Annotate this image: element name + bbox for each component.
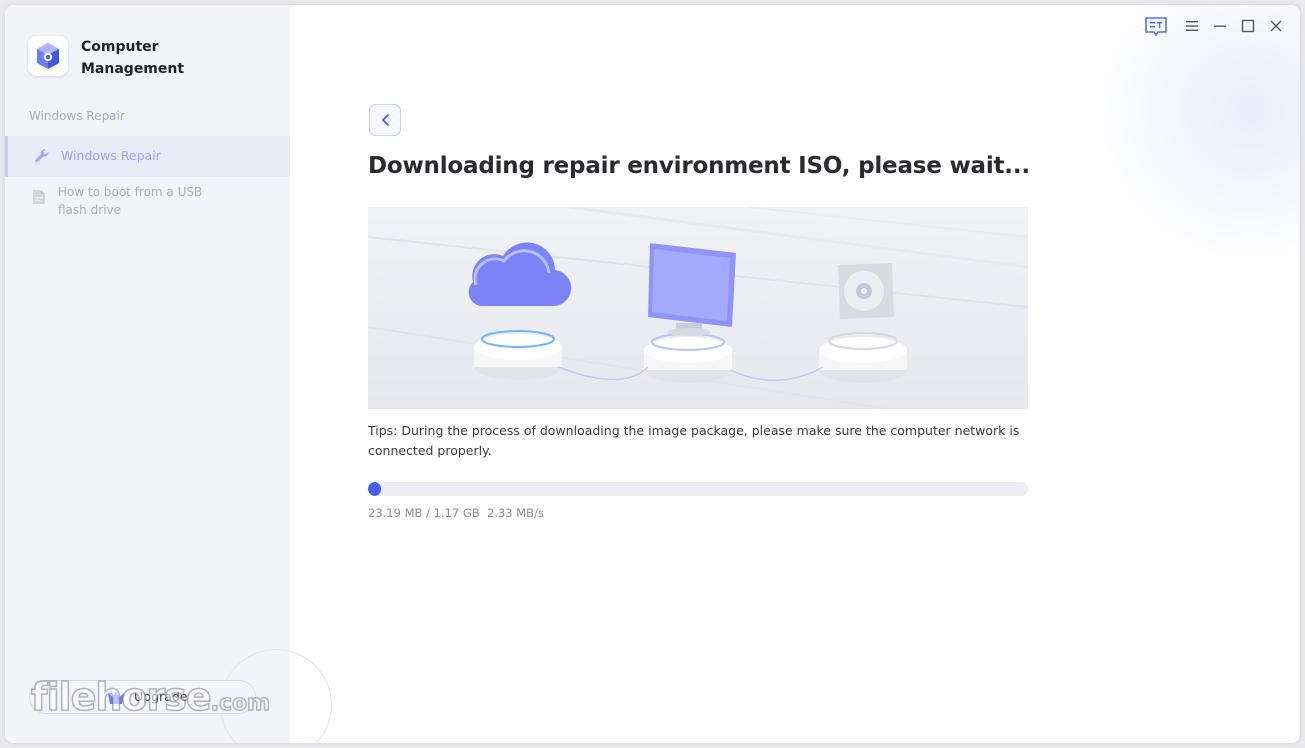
- maximize-icon[interactable]: [1241, 18, 1255, 37]
- app-window: Computer Management Windows Repair Windo…: [5, 5, 1300, 743]
- back-button[interactable]: [369, 104, 401, 136]
- menu-icon[interactable]: [1185, 18, 1199, 37]
- monitor-pedestal: [644, 243, 736, 383]
- app-title: Computer Management: [81, 39, 185, 77]
- watermark-text: filehorse: [30, 674, 212, 720]
- minimize-icon[interactable]: [1213, 18, 1227, 37]
- feedback-icon[interactable]: [1144, 16, 1168, 42]
- sidebar-item-windows-repair[interactable]: Windows Repair: [5, 136, 290, 177]
- app-logo: [28, 36, 68, 76]
- download-progress-bar: [368, 482, 1028, 496]
- sidebar: Computer Management Windows Repair Windo…: [5, 5, 332, 743]
- sidebar-item-usb-boot[interactable]: How to boot from a USB flash drive: [5, 179, 290, 225]
- sidebar-item-label: Windows Repair: [61, 148, 161, 163]
- close-icon[interactable]: [1269, 18, 1283, 37]
- download-speed: 2.33 MB/s: [487, 506, 544, 520]
- filehorse-watermark: filehorse.com: [30, 674, 271, 720]
- page-title: Downloading repair environment ISO, plea…: [368, 153, 1030, 179]
- progress-fill: [368, 482, 381, 496]
- cloud-pedestal: [468, 242, 572, 380]
- download-illustration: [367, 205, 1029, 410]
- chevron-left-icon: [382, 114, 389, 126]
- wrench-icon: [33, 147, 51, 168]
- downloaded-size: 23.19 MB / 1.17 GB: [368, 506, 480, 520]
- background-glow: [1085, 5, 1300, 275]
- cube-logo-icon: [37, 43, 59, 69]
- disc-pedestal: [819, 263, 907, 383]
- sidebar-section-label: Windows Repair: [29, 109, 125, 123]
- document-icon: [32, 189, 46, 208]
- tips-text: Tips: During the process of downloading …: [368, 423, 1020, 458]
- watermark-suffix: .com: [210, 690, 271, 717]
- sidebar-item-label: How to boot from a USB flash drive: [58, 185, 203, 217]
